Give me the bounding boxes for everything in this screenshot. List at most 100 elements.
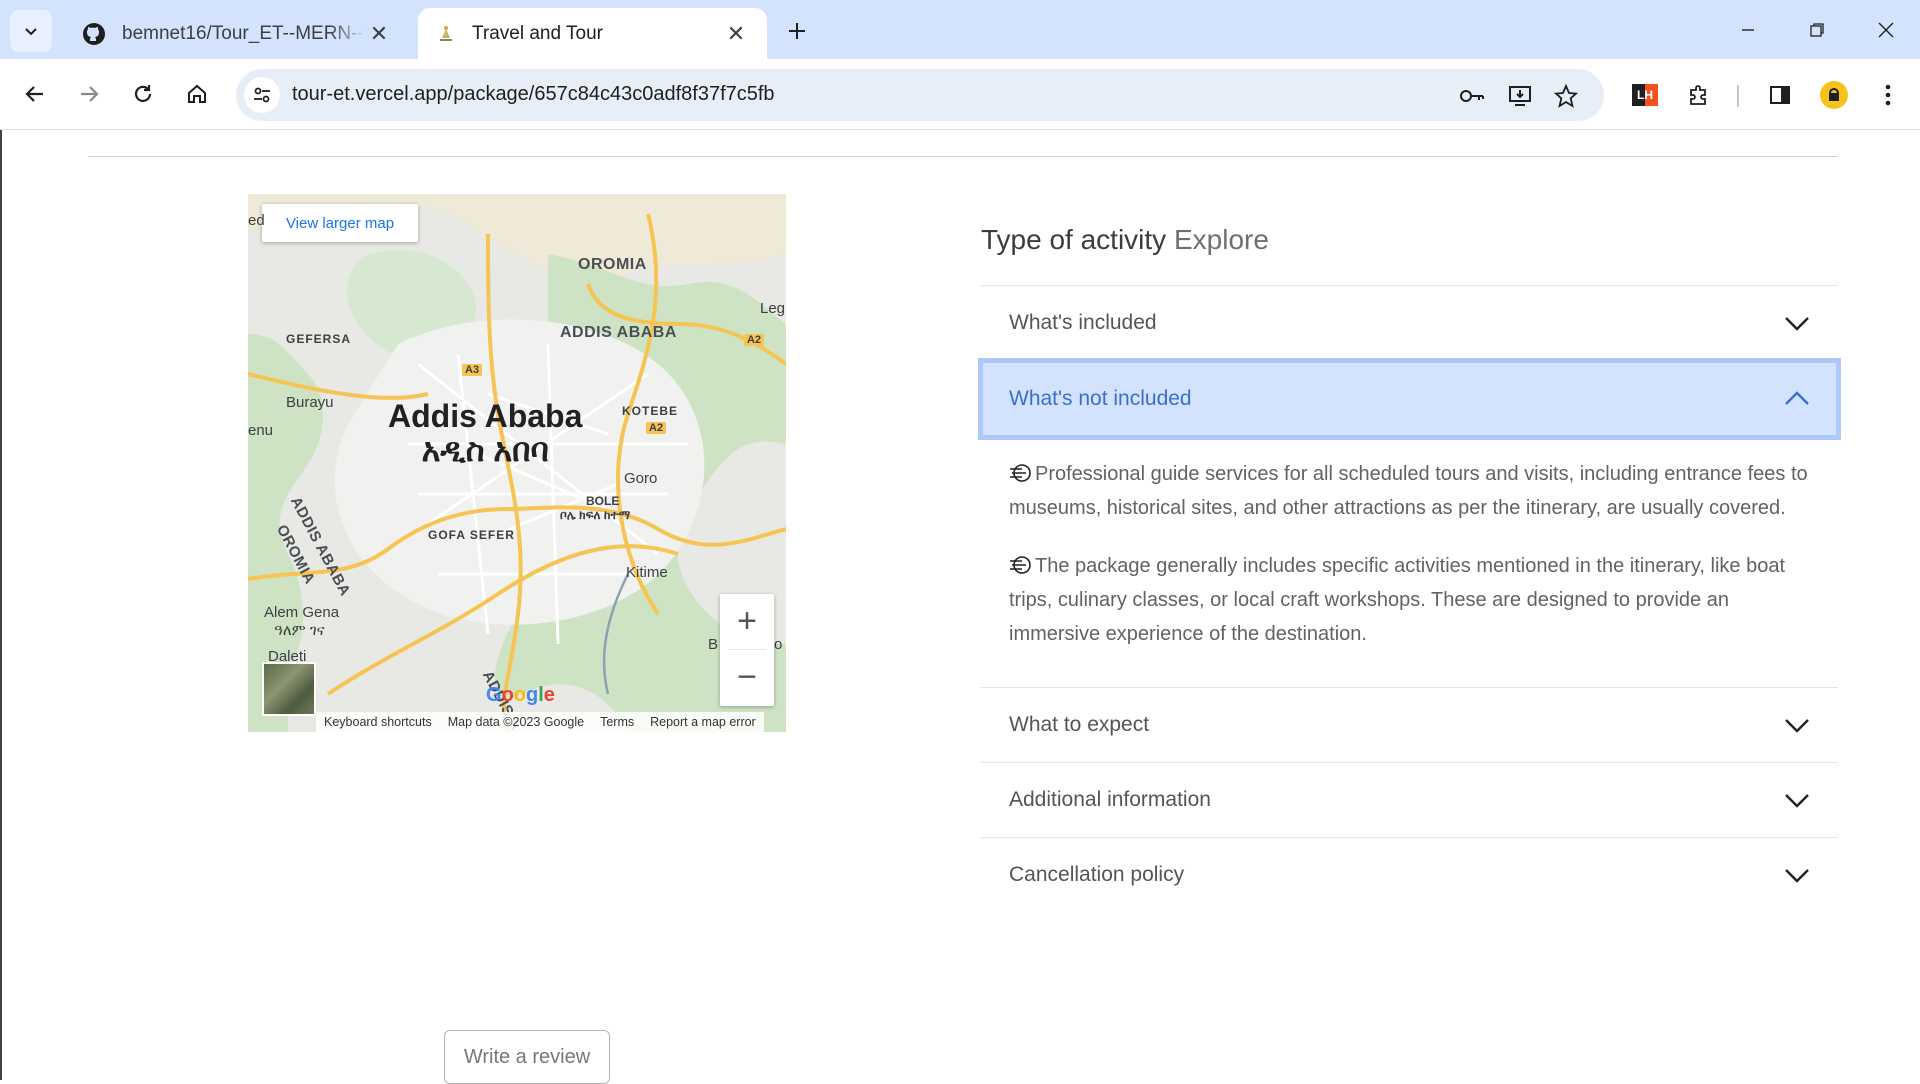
avatar-icon	[1820, 81, 1848, 109]
accordion-header-cancellation[interactable]: Cancellation policy	[981, 838, 1838, 912]
map-data-text: Map data ©2023 Google	[447, 715, 585, 729]
map-label: enu	[248, 422, 274, 439]
side-panel-icon	[1770, 86, 1790, 104]
site-favicon-icon	[440, 25, 452, 41]
list-item-text: The package generally includes specific …	[1009, 555, 1786, 645]
extensions-button[interactable]	[1681, 77, 1717, 113]
road-badge: A2	[646, 422, 667, 434]
close-tab-icon[interactable]: ✕	[366, 21, 392, 47]
satellite-layer-toggle[interactable]	[262, 662, 316, 716]
map-label: OROMIA	[578, 256, 647, 273]
chevron-up-icon	[1785, 391, 1809, 405]
lighthouse-extension-button[interactable]: LH	[1627, 77, 1663, 113]
map-zoom-control: + −	[720, 594, 774, 706]
site-info-button[interactable]	[244, 77, 280, 113]
reload-icon	[134, 85, 152, 102]
view-larger-map-link[interactable]: View larger map	[262, 204, 418, 242]
reload-button[interactable]	[122, 73, 164, 115]
accordion-title: What's not included	[1009, 387, 1192, 410]
map-label: B	[708, 636, 719, 653]
map-label: Kitime	[626, 564, 668, 581]
city-name-amharic: አዲስ አበባ	[421, 432, 549, 468]
accordion-title: Cancellation policy	[1009, 863, 1185, 886]
password-key-button[interactable]	[1456, 80, 1488, 112]
close-window-button[interactable]	[1862, 10, 1910, 50]
report-error-link[interactable]: Report a map error	[650, 715, 756, 729]
speed-lines-icon	[1010, 556, 1031, 574]
map-label: ቦሌ ክፍለ ከተማ	[560, 508, 631, 522]
map-label: GEFERSA	[286, 332, 352, 346]
chevron-down-icon	[1785, 719, 1809, 733]
accordion-title: What's included	[1009, 311, 1157, 334]
list-item-text: Professional guide services for all sche…	[1009, 463, 1808, 519]
activity-label: Type of activity	[981, 224, 1167, 255]
map-label: Alem Gena	[264, 604, 340, 621]
accordion-item-included: What's included	[981, 285, 1838, 360]
plus-icon	[789, 23, 805, 39]
github-icon	[83, 22, 105, 45]
accordion-title: What to expect	[1009, 713, 1150, 736]
install-icon	[1509, 86, 1531, 106]
map-label: GOFA SEFER	[428, 528, 515, 542]
restore-button[interactable]	[1793, 10, 1841, 50]
lighthouse-icon: LH	[1632, 84, 1658, 106]
accordion-header-what-to-expect[interactable]: What to expect	[981, 688, 1838, 762]
accordion-header-not-included[interactable]: What's not included	[978, 358, 1841, 440]
tab-github[interactable]: bemnet16/Tour_ET--MERN--: to ✕	[64, 8, 410, 59]
map-label: ed	[248, 212, 265, 229]
list-item: Professional guide services for all sche…	[1009, 457, 1810, 525]
url-text[interactable]: tour-et.vercel.app/package/657c84c43c0ad…	[292, 83, 775, 106]
star-icon	[1554, 84, 1578, 108]
terms-link[interactable]: Terms	[600, 715, 634, 729]
chevron-down-icon	[1785, 794, 1809, 808]
address-bar[interactable]: tour-et.vercel.app/package/657c84c43c0ad…	[236, 69, 1604, 121]
road-badge: A2	[744, 334, 765, 346]
restore-icon	[1810, 23, 1824, 37]
chevron-down-icon	[25, 28, 37, 36]
tab-travel-and-tour[interactable]: Travel and Tour ✕	[418, 8, 767, 59]
close-icon	[1878, 22, 1894, 38]
tab-strip: bemnet16/Tour_ET--MERN--: to ✕ Travel an…	[0, 0, 1920, 59]
accordion-item-cancellation: Cancellation policy	[981, 837, 1838, 912]
accordion-item-not-included: What's not included Professional guide s…	[978, 358, 1841, 687]
package-details-accordion: What's included What's not included Prof…	[978, 285, 1841, 912]
minimize-button[interactable]	[1724, 10, 1772, 50]
accordion-header-additional-info[interactable]: Additional information	[981, 763, 1838, 837]
map-label: o	[774, 636, 783, 653]
accordion-header-included[interactable]: What's included	[981, 286, 1838, 360]
accordion-body-not-included: Professional guide services for all sche…	[981, 437, 1838, 687]
browser-toolbar: tour-et.vercel.app/package/657c84c43c0ad…	[0, 59, 1920, 130]
zoom-out-button[interactable]: −	[720, 650, 774, 705]
tab-search-button[interactable]	[10, 10, 52, 52]
puzzle-icon	[1690, 85, 1706, 105]
keyboard-shortcuts-link[interactable]: Keyboard shortcuts	[324, 715, 432, 729]
zoom-in-button[interactable]: +	[720, 594, 774, 649]
embedded-map[interactable]: View larger map OROMIA ADDIS ABABA ADDIS…	[248, 194, 786, 732]
toolbar-divider	[1737, 85, 1739, 107]
forward-button[interactable]	[68, 73, 110, 115]
new-tab-button[interactable]	[780, 14, 814, 48]
map-label: Leg	[760, 300, 786, 317]
home-icon	[188, 84, 206, 103]
bookmark-button[interactable]	[1550, 80, 1582, 112]
list-item: The package generally includes specific …	[1009, 549, 1810, 651]
map-label: KOTEBE	[622, 404, 679, 418]
install-app-button[interactable]	[1504, 80, 1536, 112]
tab-title: Travel and Tour	[472, 22, 603, 44]
close-tab-icon[interactable]: ✕	[723, 21, 749, 47]
side-panel-button[interactable]	[1762, 77, 1798, 113]
minimize-icon	[1742, 29, 1754, 31]
divider	[88, 156, 1838, 157]
home-button[interactable]	[176, 73, 218, 115]
chevron-down-icon	[1785, 317, 1809, 331]
city-name: Addis Ababa	[388, 398, 583, 434]
accordion-item-what-to-expect: What to expect	[981, 687, 1838, 762]
key-icon	[1460, 90, 1484, 102]
menu-button[interactable]	[1870, 77, 1906, 113]
profile-button[interactable]	[1816, 77, 1852, 113]
chevron-down-icon	[1785, 869, 1809, 883]
map-label: ADDIS ABABA	[560, 324, 677, 341]
write-review-button[interactable]: Write a review	[444, 1030, 610, 1084]
back-button[interactable]	[14, 73, 56, 115]
accordion-item-additional-info: Additional information	[981, 762, 1838, 837]
